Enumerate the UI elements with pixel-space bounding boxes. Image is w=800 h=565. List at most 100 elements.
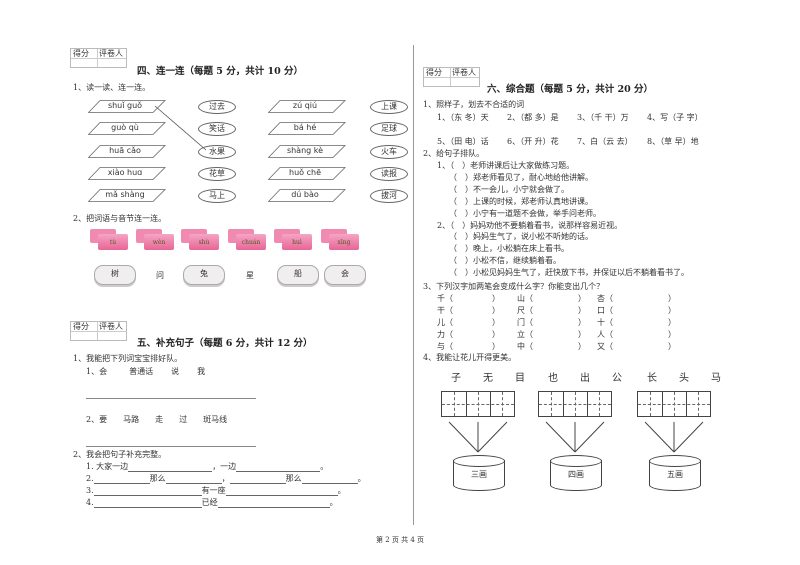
answer-line[interactable] bbox=[86, 446, 256, 447]
grader-label: 评卷人 bbox=[452, 68, 476, 77]
syllable-card[interactable]: huì bbox=[274, 229, 312, 250]
syllable-card[interactable]: shù bbox=[181, 229, 219, 250]
fill-row-2: 2. 那么，那么。 bbox=[86, 474, 366, 484]
char-blank[interactable]: ） bbox=[668, 305, 676, 316]
choice-item[interactable]: 5、（田 电）话 bbox=[437, 136, 489, 147]
char-blank: 口（ bbox=[597, 306, 613, 315]
char-pill[interactable]: 会 bbox=[324, 265, 366, 285]
pot-label: 五画 bbox=[667, 470, 683, 479]
char-blank[interactable]: ） bbox=[492, 329, 500, 340]
s6-q1: 1、照样子，划去不合适的词 bbox=[423, 100, 525, 109]
char-blank[interactable]: ） bbox=[668, 293, 676, 304]
flower-pot: 四画 bbox=[550, 455, 602, 491]
sentence-item[interactable]: （ ）小松见妈妈生气了，赶快放下书，并保证以后不躺着看书了。 bbox=[449, 267, 689, 278]
sentence-item[interactable]: 2、（ ）妈妈劝他不要躺着看书，说那样容易近视。 bbox=[437, 220, 622, 231]
exam-page: { "score_box":{"score":"得分","grader":"评卷… bbox=[0, 0, 800, 565]
syllable-text: chuán bbox=[236, 234, 266, 250]
word-oval[interactable]: 足球 bbox=[370, 122, 408, 136]
char-blank[interactable]: ） bbox=[578, 305, 586, 316]
char-pill[interactable]: 船 bbox=[277, 265, 319, 285]
char-pill[interactable]: 树 bbox=[94, 265, 136, 285]
sentence-item[interactable]: （ ）晚上，小松躺在床上看书。 bbox=[449, 243, 569, 254]
sentence-item[interactable]: （ ）小松不信，继续躺着看。 bbox=[449, 255, 561, 266]
sentence-item[interactable]: （ ）不一会儿，小宁就会做了。 bbox=[449, 184, 569, 195]
pinyin-card: dú bào bbox=[268, 189, 346, 202]
syllable-text: shù bbox=[189, 234, 219, 250]
score-box: 得分 评卷人 bbox=[423, 67, 480, 87]
flower-pot: 五画 bbox=[649, 455, 701, 491]
fill-row-4: 4. 已经。 bbox=[86, 498, 338, 508]
char-blank: 力（ bbox=[437, 330, 453, 339]
choice-item[interactable]: 7、白（云 去） bbox=[577, 136, 633, 147]
pinyin-card: mǎ shàng bbox=[88, 189, 166, 202]
word-oval[interactable]: 读报 bbox=[370, 167, 408, 181]
char-blank[interactable]: ） bbox=[578, 317, 586, 328]
char-blank: 干（ bbox=[437, 306, 453, 315]
flower-char: 长 bbox=[647, 373, 657, 384]
char-blank[interactable]: ） bbox=[668, 317, 676, 328]
arrow-lines bbox=[644, 421, 704, 453]
choice-item[interactable]: 3、（千 干）万 bbox=[577, 112, 629, 123]
syllable-text: wèn bbox=[144, 234, 174, 250]
sentence-item[interactable]: （ ）小宁有一道题不会做，举手问老师。 bbox=[449, 208, 601, 219]
word-oval[interactable]: 上课 bbox=[370, 100, 408, 114]
char-blank[interactable]: ） bbox=[492, 341, 500, 352]
char-text[interactable]: 问 bbox=[156, 270, 164, 281]
char-blank[interactable]: ） bbox=[668, 341, 676, 352]
char-pill[interactable]: 兔 bbox=[183, 265, 225, 285]
sentence-item[interactable]: （ ）郑老师看见了，耐心地给他讲解。 bbox=[449, 172, 593, 183]
char-blank[interactable]: ） bbox=[492, 317, 500, 328]
pinyin-text: mǎ shàng bbox=[105, 190, 145, 199]
char-blank[interactable]: ） bbox=[668, 329, 676, 340]
choice-item[interactable]: 1、（东 冬）天 bbox=[437, 112, 489, 123]
writing-grid[interactable] bbox=[538, 391, 612, 417]
choice-item[interactable]: 4、写（子 字） bbox=[647, 112, 703, 123]
pot-label: 四画 bbox=[568, 470, 584, 479]
syllable-card[interactable]: tù bbox=[90, 229, 128, 250]
flower-char: 也 bbox=[548, 373, 558, 384]
char-blank: 立（ bbox=[517, 330, 533, 339]
char-blank: 人（ bbox=[597, 330, 613, 339]
syllable-text: huì bbox=[282, 234, 312, 250]
section6-title: 六、综合题（每题 5 分，共计 20 分） bbox=[487, 84, 654, 95]
sentence-item[interactable]: （ ）上课的时候，郑老师认真地讲课。 bbox=[449, 196, 593, 207]
char-blank: 门（ bbox=[517, 318, 533, 327]
choice-item[interactable]: 8、（草 早）地 bbox=[647, 136, 699, 147]
sentence-item[interactable]: 1、（ ）老师讲课后让大家做练习题。 bbox=[437, 160, 574, 171]
score-label: 得分 bbox=[426, 68, 442, 77]
s5-q1: 1、我能把下列词宝宝排好队。 bbox=[73, 354, 183, 363]
syllable-card[interactable]: xīng bbox=[321, 229, 359, 250]
word-oval[interactable]: 笑话 bbox=[198, 122, 236, 136]
char-blank: 与（ bbox=[437, 342, 453, 351]
char-blank[interactable]: ） bbox=[492, 305, 500, 316]
char-blank[interactable]: ） bbox=[578, 329, 586, 340]
choice-item[interactable]: 6、（开 升）花 bbox=[507, 136, 559, 147]
pinyin-text: huǒ chē bbox=[289, 168, 321, 177]
pot-label: 三画 bbox=[471, 470, 487, 479]
word-oval[interactable]: 水果 bbox=[198, 145, 236, 159]
word-oval[interactable]: 过去 bbox=[198, 100, 236, 114]
sentence-item[interactable]: （ ）妈妈生气了，说小松不听她的话。 bbox=[449, 231, 593, 242]
syllable-card[interactable]: chuán bbox=[228, 229, 266, 250]
word-oval[interactable]: 马上 bbox=[198, 189, 236, 203]
word-oval[interactable]: 花草 bbox=[198, 167, 236, 181]
pinyin-text: guò qù bbox=[111, 123, 139, 132]
pinyin-text: dú bào bbox=[291, 190, 319, 199]
char-blank[interactable]: ） bbox=[578, 341, 586, 352]
flower-pot: 三画 bbox=[453, 455, 505, 491]
char-blank: 千（ bbox=[437, 294, 453, 303]
syllable-card[interactable]: wèn bbox=[136, 229, 174, 250]
pinyin-text: shuǐ guǒ bbox=[107, 101, 143, 110]
char-blank[interactable]: ） bbox=[578, 293, 586, 304]
choice-item[interactable]: 2、（都 多）是 bbox=[507, 112, 559, 123]
word-oval[interactable]: 拔河 bbox=[370, 189, 408, 203]
pinyin-text: shàng kè bbox=[286, 146, 324, 155]
char-text[interactable]: 星 bbox=[246, 270, 254, 281]
s6-q4: 4、我能让花儿开得更美。 bbox=[423, 353, 517, 362]
word-oval[interactable]: 火车 bbox=[370, 145, 408, 159]
writing-grid[interactable] bbox=[441, 391, 515, 417]
char-blank[interactable]: ） bbox=[492, 293, 500, 304]
answer-line[interactable] bbox=[86, 398, 256, 399]
writing-grid[interactable] bbox=[637, 391, 711, 417]
pinyin-card: xiào huɑ bbox=[88, 167, 166, 180]
